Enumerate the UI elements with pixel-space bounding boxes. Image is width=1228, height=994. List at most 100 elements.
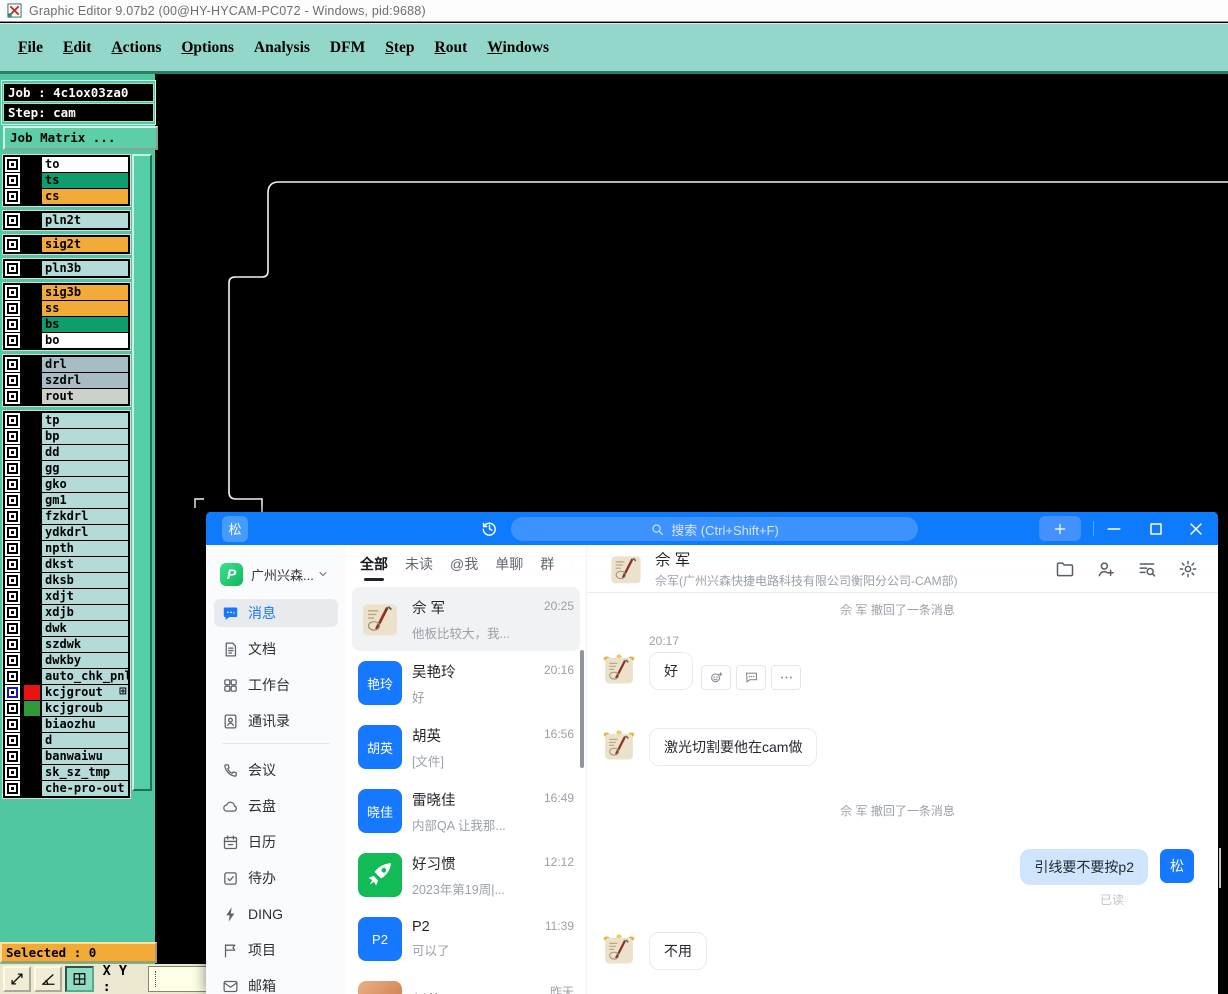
tab-@我[interactable]: @我 [450,554,478,574]
menu-rout[interactable]: Rout [425,35,478,61]
xy-input[interactable] [148,966,212,992]
layer-checkbox[interactable] [5,477,20,492]
layer-checkbox[interactable] [5,261,20,276]
layer-row-ts[interactable]: ts [5,173,128,188]
layer-name[interactable]: ydkdrl [42,525,128,540]
layer-checkbox[interactable] [5,653,20,668]
layer-name[interactable]: dkst [42,557,128,572]
layer-name[interactable]: pln3b [42,261,128,276]
layer-row-dwkby[interactable]: dwkby [5,653,128,668]
layer-row-cs[interactable]: cs [5,189,128,204]
menu-options[interactable]: Options [171,35,244,61]
menu-dfm[interactable]: DFM [320,35,375,61]
reply-button[interactable] [736,665,766,690]
layer-name[interactable]: fzkdrl [42,509,128,524]
zoom-extent-button[interactable] [3,966,32,992]
layer-name[interactable]: kcjgroub [42,701,128,716]
measure-angle-button[interactable] [34,966,63,992]
sidebar-item-mail[interactable]: 邮箱 [214,972,338,994]
layer-row-szdwk[interactable]: szdwk [5,637,128,652]
menu-windows[interactable]: Windows [477,35,559,61]
layer-row-fzkdrl[interactable]: fzkdrl [5,509,128,524]
layer-checkbox[interactable] [5,173,20,188]
layer-row-sk_sz_tmp[interactable]: sk_sz_tmp [5,765,128,780]
menu-edit[interactable]: Edit [53,35,101,61]
layer-checkbox[interactable] [5,733,20,748]
layer-row-dksb[interactable]: dksb [5,573,128,588]
contact-avatar[interactable] [601,652,637,688]
layer-row-rout[interactable]: rout [5,389,128,404]
layer-row-sig3b[interactable]: sig3b [5,285,128,300]
layer-row-banwaiwu[interactable]: banwaiwu [5,749,128,764]
search-input[interactable]: 搜索 (Ctrl+Shift+F) [511,517,918,541]
hamburger-icon[interactable] [571,556,572,573]
layer-row-gko[interactable]: gko [5,477,128,492]
layer-name[interactable]: gg [42,461,128,476]
layer-name[interactable]: sig2t [42,237,128,252]
layer-checkbox[interactable] [5,445,20,460]
layer-checkbox[interactable] [5,357,20,372]
layer-row-biaozhu[interactable]: biaozhu [5,717,128,732]
layer-checkbox[interactable] [5,557,20,572]
layer-checkbox[interactable] [5,749,20,764]
layer-name[interactable]: xdjt [42,589,128,604]
layer-checkbox[interactable] [5,317,20,332]
layer-name[interactable]: bs [42,317,128,332]
sidebar-item-ding[interactable]: DING [214,900,338,928]
layer-row-tp[interactable]: tp [5,413,128,428]
menu-step[interactable]: Step [375,35,424,61]
layer-name[interactable]: pln2t [42,213,128,228]
search-msgs-icon[interactable] [1137,559,1157,579]
avatar[interactable]: 艳玲 [358,661,402,705]
layer-name[interactable]: gko [42,477,128,492]
smile-plus-button[interactable] [701,665,731,690]
sidebar-item-project[interactable]: 项目 [214,936,338,964]
chat-item[interactable]: 好习惯 2023年第19周|... 12:12 [352,843,580,907]
layer-checkbox[interactable] [5,333,20,348]
layer-checkbox[interactable] [5,461,20,476]
layer-name[interactable]: npth [42,541,128,556]
layer-row-kcjgrout[interactable]: kcjgrout ⊞ [5,685,128,700]
layer-row-kcjgroub[interactable]: kcjgroub [5,701,128,716]
layer-row-gm1[interactable]: gm1 [5,493,128,508]
layer-name[interactable]: bo [42,333,128,348]
avatar[interactable] [358,597,402,641]
dots-button[interactable] [771,665,801,690]
chat-list-scrollbar[interactable] [580,650,584,768]
layer-checkbox[interactable] [5,493,20,508]
layer-name[interactable]: banwaiwu [42,749,128,764]
close-button[interactable] [1186,519,1206,539]
layer-row-xdjt[interactable]: xdjt [5,589,128,604]
layer-checkbox[interactable] [5,157,20,172]
menu-actions[interactable]: Actions [101,35,171,61]
layer-checkbox[interactable] [5,605,20,620]
tab-未读[interactable]: 未读 [405,554,433,574]
layer-checkbox[interactable] [5,413,20,428]
grid-view-button[interactable] [65,966,94,992]
history-icon[interactable] [480,519,499,538]
layer-row-gg[interactable]: gg [5,461,128,476]
layer-name[interactable]: ss [42,301,128,316]
menu-file[interactable]: File [8,35,53,61]
layer-name[interactable]: dwkby [42,653,128,668]
layer-row-drl[interactable]: drl [5,357,128,372]
sidebar-item-message[interactable]: 消息 [214,599,338,627]
org-selector[interactable]: P 广州兴森... [220,559,346,589]
dingtalk-titlebar[interactable]: 松 搜索 (Ctrl+Shift+F) [206,512,1218,545]
layer-name[interactable]: sk_sz_tmp [42,765,128,780]
layer-row-che-pro-out[interactable]: che-pro-out [5,781,128,796]
layer-name[interactable]: rout [42,389,128,404]
layer-row-bo[interactable]: bo [5,333,128,348]
layer-checkbox[interactable] [5,301,20,316]
contact-avatar[interactable] [607,550,645,588]
layer-checkbox[interactable] [5,685,20,700]
layer-row-dd[interactable]: dd [5,445,128,460]
avatar[interactable] [358,853,402,897]
layer-row-to[interactable]: to [5,157,128,172]
minimize-button[interactable] [1104,519,1124,539]
chat-item[interactable]: 艳玲 吴艳玲好 20:16 [352,651,580,715]
layer-row-ydkdrl[interactable]: ydkdrl [5,525,128,540]
maximize-button[interactable] [1146,519,1166,539]
layer-checkbox[interactable] [5,285,20,300]
layer-name[interactable]: xdjb [42,605,128,620]
